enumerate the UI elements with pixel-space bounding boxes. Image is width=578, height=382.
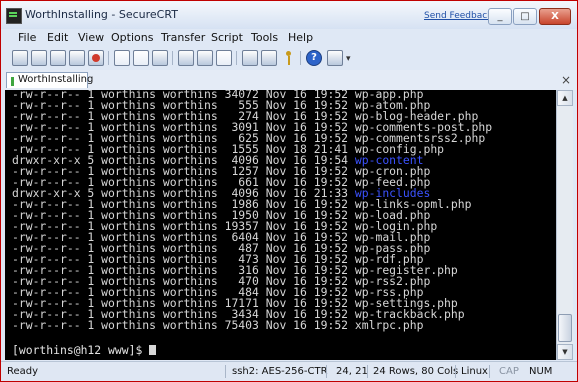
scroll-down-icon[interactable]: ▼ (557, 344, 573, 360)
terminal-output: -rw-r--r-- 1 worthins worthins 34072 Nov… (12, 90, 492, 331)
send-feedback-link[interactable]: Send Feedback (424, 11, 492, 21)
maximize-button[interactable]: □ (513, 8, 537, 25)
session-options-icon[interactable] (242, 50, 258, 66)
prompt-text: [worthins@h12 www]$ (12, 343, 150, 357)
sftp-icon[interactable] (216, 50, 232, 66)
title-bar: WorthInstalling - SecureCRT Send Feedbac… (1, 1, 577, 29)
status-terminal-type: Linux (461, 366, 488, 377)
status-divider (489, 365, 490, 378)
connect-in-tab-icon[interactable] (50, 50, 66, 66)
minimize-button[interactable]: _ (488, 8, 512, 25)
close-button[interactable]: X (539, 8, 571, 25)
print-icon[interactable] (178, 50, 194, 66)
menu-file[interactable]: File (18, 31, 36, 44)
text-cursor (149, 345, 157, 355)
connected-status-icon (11, 77, 14, 86)
file-listing-meta: -rw-r--r-- 1 worthins worthins 75403 Nov… (12, 318, 355, 332)
status-cipher: ssh2: AES-256-CTR (232, 366, 328, 377)
toolbar-separator (172, 51, 173, 65)
status-caps-lock: CAP (499, 366, 519, 377)
tab-worthinstalling[interactable]: WorthInstalling (6, 72, 93, 88)
status-terminal-size: 24 Rows, 80 Cols (373, 366, 459, 377)
options-icon[interactable] (327, 50, 343, 66)
terminal-line: -rw-r--r-- 1 worthins worthins 75403 Nov… (12, 318, 492, 332)
help-icon[interactable]: ? (306, 50, 322, 66)
toolbar-separator (300, 51, 301, 65)
terminal-prompt: [worthins@h12 www]$ (12, 343, 157, 357)
toolbar-separator (236, 51, 237, 65)
tab-label: WorthInstalling (18, 74, 94, 85)
overflow-icon[interactable]: ▾ (346, 50, 356, 66)
menu-tools[interactable]: Tools (251, 31, 278, 44)
scroll-thumb[interactable] (558, 314, 572, 342)
connect-icon[interactable] (12, 50, 28, 66)
quick-connect-icon[interactable] (31, 50, 47, 66)
toolbar: ? ▾ (1, 46, 577, 70)
window-title: WorthInstalling - SecureCRT (25, 8, 178, 21)
tab-bar: WorthInstalling × (1, 70, 577, 90)
menu-help[interactable]: Help (288, 31, 313, 44)
file-name: xmlrpc.php (354, 318, 424, 332)
status-cursor-position: 24, 21 (336, 366, 368, 377)
securecrt-app-icon[interactable] (6, 8, 22, 24)
status-bar: Ready ssh2: AES-256-CTR 24, 21 24 Rows, … (1, 361, 577, 381)
toolbar-separator (108, 51, 109, 65)
menu-script[interactable]: Script (211, 31, 243, 44)
scroll-up-icon[interactable]: ▲ (557, 90, 573, 106)
keymap-icon[interactable] (280, 50, 296, 66)
status-divider (326, 365, 327, 378)
terminal-view[interactable]: -rw-r--r-- 1 worthins worthins 34072 Nov… (5, 90, 556, 360)
global-options-icon[interactable] (261, 50, 277, 66)
vertical-scrollbar[interactable]: ▲ ▼ (556, 90, 573, 360)
menu-edit[interactable]: Edit (47, 31, 68, 44)
status-ready: Ready (7, 366, 39, 377)
paste-icon[interactable] (133, 50, 149, 66)
find-icon[interactable] (152, 50, 168, 66)
status-num-lock: NUM (529, 366, 553, 377)
menu-bar: File Edit View Options Transfer Script T… (1, 29, 577, 46)
status-divider (367, 365, 368, 378)
copy-icon[interactable] (114, 50, 130, 66)
menu-transfer[interactable]: Transfer (161, 31, 205, 44)
reconnect-icon[interactable] (69, 50, 85, 66)
app-window: WorthInstalling - SecureCRT Send Feedbac… (0, 0, 578, 382)
status-divider (455, 365, 456, 378)
close-tab-icon[interactable]: × (561, 73, 571, 87)
status-divider (225, 365, 226, 378)
print-setup-icon[interactable] (197, 50, 213, 66)
disconnect-icon[interactable] (88, 50, 104, 66)
menu-view[interactable]: View (78, 31, 104, 44)
menu-options[interactable]: Options (111, 31, 153, 44)
